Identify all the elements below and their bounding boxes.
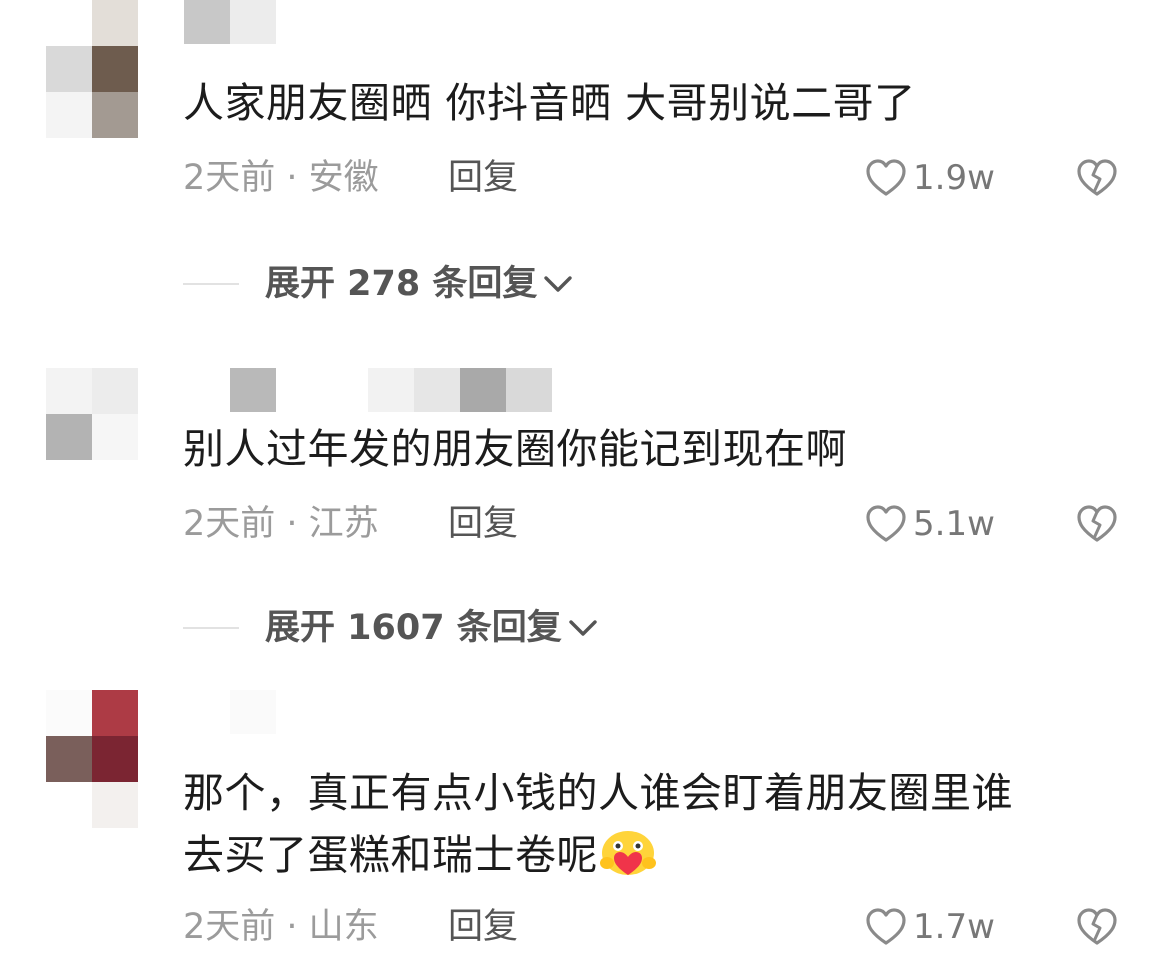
expand-replies-button[interactable]: 展开 1607 条回复 bbox=[183, 606, 600, 650]
comment-text-line-content: 去买了蛋糕和瑞士卷呢 bbox=[183, 831, 598, 879]
like-count: 5.1w bbox=[913, 504, 995, 544]
divider-line bbox=[183, 283, 239, 285]
expand-replies-button[interactable]: 展开 278 条回复 bbox=[183, 262, 575, 306]
expand-label: 展开 1607 条回复 bbox=[265, 608, 562, 648]
comment-item: 那个，真正有点小钱的人谁会盯着朋友圈里谁 去买了蛋糕和瑞士卷呢 2天前 · 山东… bbox=[0, 675, 1170, 955]
time-location: 2天前 · 江苏 bbox=[183, 504, 379, 544]
comment-text: 人家朋友圈晒 你抖音晒 大哥别说二哥了 bbox=[183, 79, 916, 127]
comment-text-line-2: 去买了蛋糕和瑞士卷呢 bbox=[183, 824, 1123, 886]
username-blurred[interactable] bbox=[184, 0, 276, 44]
like-count: 1.7w bbox=[913, 907, 995, 947]
heart-outline-icon bbox=[866, 505, 906, 542]
reply-button[interactable]: 回复 bbox=[448, 905, 518, 949]
username-blurred[interactable] bbox=[230, 690, 276, 734]
reply-button[interactable]: 回复 bbox=[448, 502, 518, 546]
heart-outline-icon bbox=[866, 908, 906, 945]
comment-text: 别人过年发的朋友圈你能记到现在啊 bbox=[183, 425, 847, 473]
comment-meta: 2天前 · 江苏 回复 5.1w bbox=[183, 502, 1143, 546]
chevron-down-icon bbox=[544, 276, 573, 292]
chevron-down-icon bbox=[569, 620, 597, 636]
avatar[interactable] bbox=[46, 690, 138, 828]
time-location: 2天前 · 山东 bbox=[183, 907, 379, 947]
divider-line bbox=[183, 627, 239, 629]
comment-item: 别人过年发的朋友圈你能记到现在啊 2天前 · 江苏 回复 5.1w 展开 160… bbox=[0, 330, 1170, 675]
expand-label: 展开 278 条回复 bbox=[265, 264, 538, 304]
comment-meta: 2天前 · 安徽 回复 1.9w bbox=[183, 156, 1143, 200]
comment-meta: 2天前 · 山东 回复 1.7w bbox=[183, 905, 1143, 949]
avatar[interactable] bbox=[46, 368, 138, 506]
broken-heart-icon[interactable] bbox=[1076, 158, 1118, 198]
heart-outline-icon bbox=[866, 159, 906, 196]
time-location: 2天前 · 安徽 bbox=[183, 158, 379, 198]
heart-hug-emoji bbox=[600, 831, 656, 875]
avatar[interactable] bbox=[46, 0, 138, 138]
broken-heart-icon[interactable] bbox=[1076, 504, 1118, 544]
broken-heart-icon[interactable] bbox=[1076, 907, 1118, 947]
comment-text-line: 那个，真正有点小钱的人谁会盯着朋友圈里谁 bbox=[183, 769, 1013, 817]
comment-item: 人家朋友圈晒 你抖音晒 大哥别说二哥了 2天前 · 安徽 回复 1.9w 展开 … bbox=[0, 0, 1170, 330]
username-blurred[interactable] bbox=[230, 368, 600, 412]
like-button[interactable]: 1.7w bbox=[865, 905, 995, 949]
like-count: 1.9w bbox=[913, 158, 995, 198]
like-button[interactable]: 5.1w bbox=[865, 502, 995, 546]
comment-text: 那个，真正有点小钱的人谁会盯着朋友圈里谁 去买了蛋糕和瑞士卷呢 bbox=[183, 762, 1123, 886]
like-button[interactable]: 1.9w bbox=[865, 156, 995, 200]
reply-button[interactable]: 回复 bbox=[448, 156, 518, 200]
